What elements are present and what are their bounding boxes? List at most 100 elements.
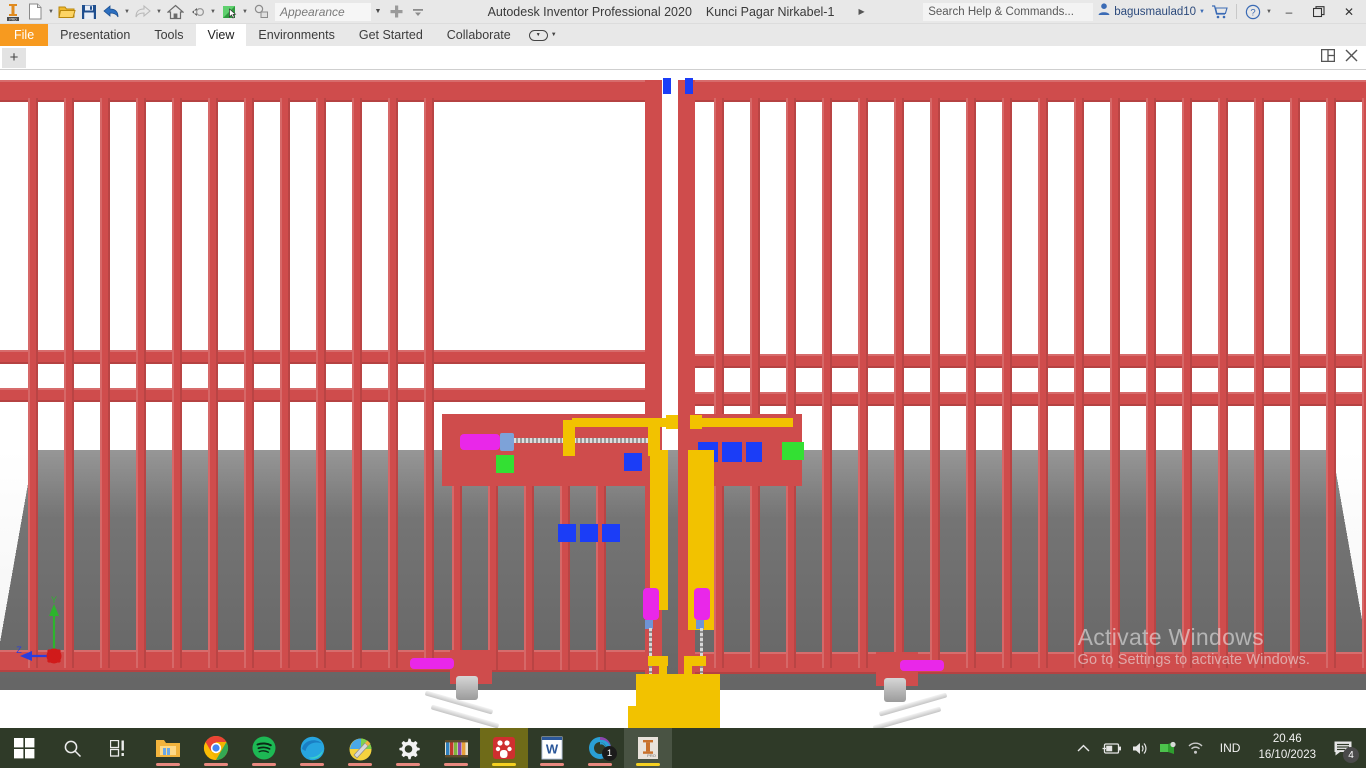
fence-bar (1182, 98, 1192, 668)
split-window-icon[interactable] (1320, 48, 1336, 67)
clock[interactable]: 20.46 16/10/2023 (1250, 728, 1324, 768)
media-app-icon[interactable] (480, 728, 528, 768)
user-name: bagusmaulad10 (1114, 5, 1197, 18)
window-title: Autodesk Inventor Professional 2020 Kunc… (429, 5, 923, 19)
battery-icon[interactable] (1098, 728, 1126, 768)
user-chevron-down-icon[interactable]: ▼ (1199, 9, 1205, 15)
running-indicator (204, 763, 228, 766)
fence-bar (1290, 98, 1300, 668)
running-indicator (540, 763, 564, 766)
quick-access-toolbar: PRO ▼ ▼ ▼ ▼ ▼ Appearance ▼ (0, 0, 429, 24)
material-icon[interactable] (250, 1, 272, 23)
chrome-icon[interactable] (192, 728, 240, 768)
open-folder-icon[interactable] (56, 1, 78, 23)
user-account-menu[interactable]: bagusmaulad10 ▼ (1093, 2, 1209, 21)
inventor-pro-logo: PRO (2, 1, 24, 23)
document-tab-bar: + (0, 46, 1366, 70)
return-icon[interactable] (186, 1, 208, 23)
restore-button[interactable] (1304, 0, 1334, 24)
new-document-caret[interactable] (46, 1, 56, 23)
fence-bar (488, 470, 498, 670)
actuator-cylinder (460, 434, 500, 450)
tab-get-started[interactable]: Get Started (347, 24, 435, 46)
redo-caret (154, 1, 164, 23)
search-icon[interactable] (48, 728, 96, 768)
help-caret[interactable] (1264, 1, 1274, 23)
fence-bar (1146, 98, 1156, 668)
tab-tools[interactable]: Tools (142, 24, 195, 46)
edge-icon[interactable] (288, 728, 336, 768)
title-bar: PRO ▼ ▼ ▼ ▼ ▼ Appearance ▼ Autodesk Inve… (0, 0, 1366, 24)
cart-icon[interactable] (1209, 1, 1231, 23)
bolt-head-7 (746, 442, 762, 462)
title-overflow-arrow-icon[interactable]: ▶ (858, 7, 864, 16)
network-icon[interactable] (1154, 728, 1182, 768)
tab-presentation[interactable]: Presentation (48, 24, 142, 46)
fence-bar (208, 98, 218, 668)
undo-caret[interactable] (122, 1, 132, 23)
new-document-icon[interactable] (24, 1, 46, 23)
spotify-icon[interactable] (240, 728, 288, 768)
home-icon[interactable] (164, 1, 186, 23)
plus-icon[interactable] (385, 1, 407, 23)
close-document-icon[interactable] (1345, 49, 1358, 67)
tab-file[interactable]: File (0, 24, 49, 46)
running-indicator (252, 763, 276, 766)
ribbon-display-oval (528, 29, 548, 41)
fence-bar (560, 470, 570, 670)
gate-floor-ramp (628, 706, 720, 728)
appearance-dropdown[interactable]: Appearance (275, 2, 371, 21)
fence-top-rail-left (0, 80, 660, 102)
inventor-icon[interactable]: PRO (624, 728, 672, 768)
notification-icon[interactable]: 4 (1324, 728, 1362, 768)
minimize-button[interactable]: – (1274, 0, 1304, 24)
chevron-up-icon[interactable] (1070, 728, 1098, 768)
svg-text:Y: Y (51, 596, 57, 605)
settings-gear-icon[interactable] (384, 728, 432, 768)
fence-bar (1074, 98, 1084, 668)
tab-view[interactable]: View (195, 24, 247, 46)
document-tab-bar-controls (1320, 48, 1366, 67)
green-pad-left (496, 455, 514, 473)
app-badge-count: 1 (602, 746, 617, 761)
help-icon[interactable]: ? (1242, 1, 1264, 23)
sensor-block-left (663, 78, 671, 94)
file-explorer-icon[interactable] (144, 728, 192, 768)
divider (1236, 4, 1237, 19)
undo-icon[interactable] (100, 1, 122, 23)
paint-icon[interactable] (336, 728, 384, 768)
select-appearance-caret[interactable] (240, 1, 250, 23)
latch-knuckle-a (666, 415, 678, 429)
appearance-value: Appearance (280, 4, 345, 19)
document-name: Kunci Pagar Nirkabel-1 (705, 4, 835, 19)
customize-toolbar-icon[interactable] (407, 1, 429, 23)
word-icon[interactable]: W (528, 728, 576, 768)
system-tray: IND 20.46 16/10/2023 4 (1070, 728, 1366, 768)
fence-bar (1110, 98, 1120, 668)
task-view-icon[interactable] (96, 728, 144, 768)
search-input[interactable]: Search Help & Commands... (923, 2, 1094, 21)
tab-collaborate[interactable]: Collaborate (435, 24, 523, 46)
fence-mid-rail-upper-left (0, 350, 660, 364)
cortana-app-icon[interactable]: 1 (576, 728, 624, 768)
select-appearance-icon[interactable] (218, 1, 240, 23)
start-button[interactable] (0, 728, 48, 768)
appearance-chevron-down-icon[interactable] (371, 8, 385, 15)
ribbon-display-caret-icon[interactable]: ▼ (551, 32, 557, 38)
svg-text:PRO: PRO (9, 17, 17, 21)
search-placeholder: Search Help & Commands... (928, 5, 1074, 18)
new-tab-button[interactable]: + (2, 47, 26, 68)
save-icon[interactable] (78, 1, 100, 23)
running-indicator (588, 763, 612, 766)
fence-bar (452, 470, 462, 670)
return-caret[interactable] (208, 1, 218, 23)
volume-icon[interactable] (1126, 728, 1154, 768)
fence-bar (966, 98, 976, 668)
ribbon-display-options-icon[interactable]: ▼ (523, 24, 563, 46)
model-viewport[interactable]: Y Z Activate Windows Go to Settings to a… (0, 70, 1366, 728)
close-button[interactable]: ✕ (1334, 0, 1364, 24)
tab-environments[interactable]: Environments (246, 24, 346, 46)
language-indicator[interactable]: IND (1210, 728, 1251, 768)
winrar-icon[interactable] (432, 728, 480, 768)
wifi-icon[interactable] (1182, 728, 1210, 768)
